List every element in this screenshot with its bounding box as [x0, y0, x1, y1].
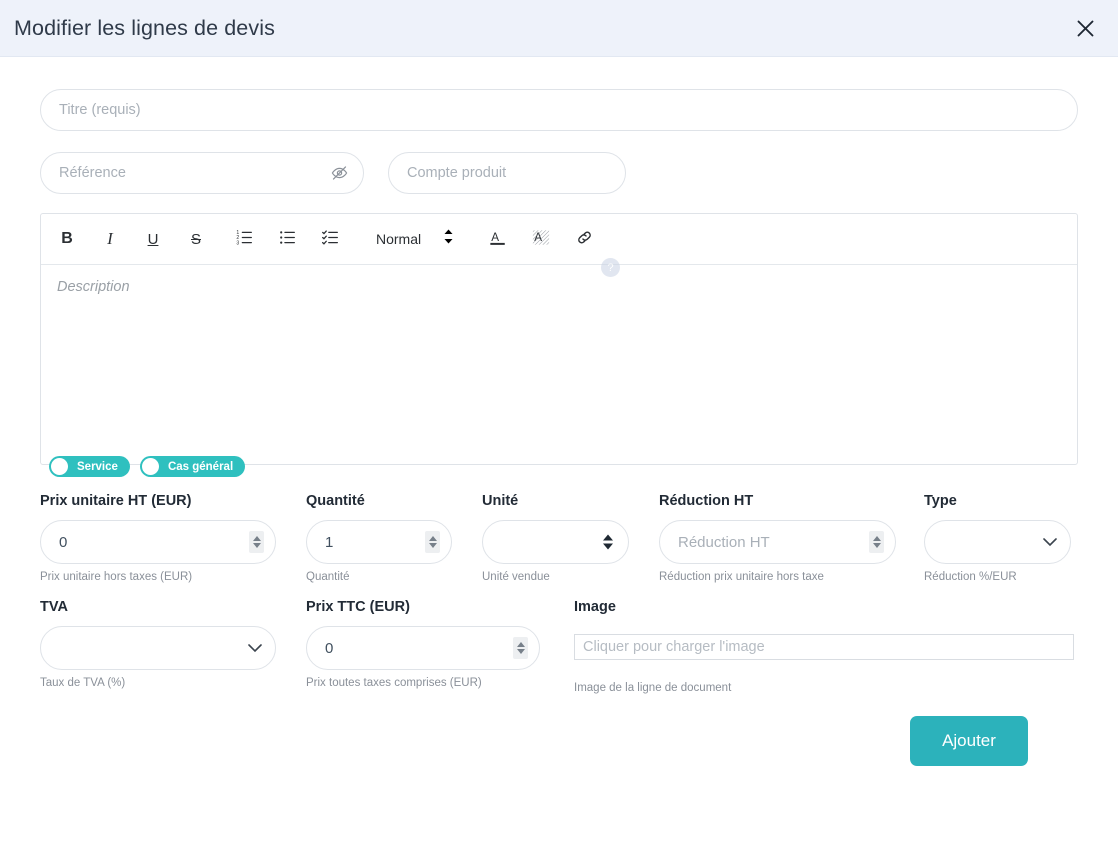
ordered-list-button[interactable]: 1 2 3 — [230, 225, 258, 253]
fields-row-2: TVA Taux de TVA (%) Prix TTC (EUR) Pr — [40, 599, 1078, 694]
quantite-stepper[interactable] — [425, 531, 440, 553]
description-placeholder: Description — [57, 279, 130, 295]
description-editor: B I U S 1 2 3 Normal A Description — [40, 213, 1078, 465]
underline-icon: U — [147, 230, 159, 248]
field-type: Type Réduction %/EUR — [924, 493, 1071, 583]
format-dropdown-label: Normal — [376, 231, 422, 247]
description-textarea[interactable]: Description — [41, 265, 1077, 464]
field-tva: TVA Taux de TVA (%) — [40, 599, 276, 694]
field-hint: Quantité — [306, 571, 350, 583]
prix-unitaire-stepper[interactable] — [249, 531, 264, 553]
type-select[interactable] — [924, 520, 1071, 564]
field-hint: Taux de TVA (%) — [40, 677, 126, 689]
reference-input[interactable] — [40, 152, 364, 194]
field-label: TVA — [40, 599, 68, 615]
unite-select[interactable] — [482, 520, 629, 564]
toggle-group: Service Cas général — [49, 456, 1078, 477]
highlight-icon: A — [532, 228, 550, 251]
chevron-updown-icon — [443, 229, 454, 249]
field-hint: Réduction %/EUR — [924, 571, 1017, 583]
format-dropdown[interactable]: Normal — [372, 229, 458, 249]
fields-row-1: Prix unitaire HT (EUR) Prix unitaire hor… — [40, 493, 1078, 583]
italic-button[interactable]: I — [96, 225, 124, 253]
title-input[interactable] — [40, 89, 1078, 131]
reference-field-wrap — [40, 152, 364, 194]
field-label: Réduction HT — [659, 493, 754, 509]
text-color-icon: A — [489, 228, 507, 251]
underline-button[interactable]: U — [139, 225, 167, 253]
field-label: Image — [574, 599, 616, 615]
modal-body: ? B I U S — [0, 57, 1118, 766]
compte-produit-input[interactable] — [388, 152, 626, 194]
link-button[interactable] — [570, 225, 598, 253]
bold-icon: B — [61, 230, 73, 247]
strikethrough-icon: S — [190, 230, 201, 248]
toggle-knob — [141, 458, 159, 475]
eye-slash-icon[interactable] — [331, 165, 348, 182]
compte-produit-field-wrap — [388, 152, 626, 194]
italic-icon: I — [107, 229, 113, 248]
field-reduction-ht: Réduction HT Réduction prix unitaire hor… — [659, 493, 896, 583]
image-upload-input[interactable] — [574, 634, 1074, 660]
strikethrough-button[interactable]: S — [182, 225, 210, 253]
modal-footer: Ajouter — [40, 694, 1078, 766]
field-prix-ttc: Prix TTC (EUR) Prix toutes taxes compris… — [306, 599, 540, 694]
field-label: Prix unitaire HT (EUR) — [40, 493, 192, 509]
bullet-list-button[interactable] — [273, 225, 301, 253]
close-button[interactable] — [1068, 11, 1102, 45]
text-color-button[interactable]: A — [484, 225, 512, 253]
prix-ttc-stepper[interactable] — [513, 637, 528, 659]
toggle-cas-general[interactable]: Cas général — [139, 456, 246, 477]
svg-text:A: A — [491, 231, 499, 244]
editor-toolbar: B I U S 1 2 3 Normal A — [41, 214, 1077, 265]
add-button[interactable]: Ajouter — [910, 716, 1028, 766]
field-label: Unité — [482, 493, 519, 509]
title-row — [40, 89, 1078, 131]
reference-row — [40, 152, 1078, 194]
modal-header: Modifier les lignes de devis — [0, 0, 1118, 57]
field-label: Prix TTC (EUR) — [306, 599, 410, 615]
page-title: Modifier les lignes de devis — [14, 15, 275, 40]
prix-ttc-input[interactable] — [306, 626, 540, 670]
tva-select[interactable] — [40, 626, 276, 670]
field-hint: Unité vendue — [482, 571, 550, 583]
ordered-list-icon: 1 2 3 — [236, 229, 253, 250]
field-quantite: Quantité Quantité — [306, 493, 452, 583]
help-icon[interactable]: ? — [601, 258, 620, 277]
field-unite: Unité Unité vendue — [482, 493, 629, 583]
svg-text:3: 3 — [236, 240, 239, 246]
reduction-ht-input[interactable] — [659, 520, 896, 564]
bold-button[interactable]: B — [53, 225, 81, 253]
close-icon — [1075, 18, 1096, 39]
highlight-button[interactable]: A — [527, 225, 555, 253]
prix-unitaire-input[interactable] — [40, 520, 276, 564]
field-label: Type — [924, 493, 957, 509]
toggle-service[interactable]: Service — [49, 456, 130, 477]
toggle-knob — [51, 458, 68, 475]
bullet-list-icon — [279, 229, 296, 250]
field-hint: Prix toutes taxes comprises (EUR) — [306, 677, 482, 689]
check-list-button[interactable] — [316, 225, 344, 253]
field-hint: Réduction prix unitaire hors taxe — [659, 571, 824, 583]
field-hint: Prix unitaire hors taxes (EUR) — [40, 571, 193, 583]
field-prix-unitaire: Prix unitaire HT (EUR) Prix unitaire hor… — [40, 493, 276, 583]
field-image: Image Image de la ligne de document — [574, 599, 1074, 694]
field-label: Quantité — [306, 493, 365, 509]
check-list-icon — [321, 229, 339, 250]
field-hint: Image de la ligne de document — [574, 682, 732, 694]
toggle-service-label: Service — [77, 460, 118, 473]
reduction-ht-stepper[interactable] — [869, 531, 884, 553]
link-icon — [576, 229, 593, 250]
toggle-cas-general-label: Cas général — [167, 460, 234, 473]
